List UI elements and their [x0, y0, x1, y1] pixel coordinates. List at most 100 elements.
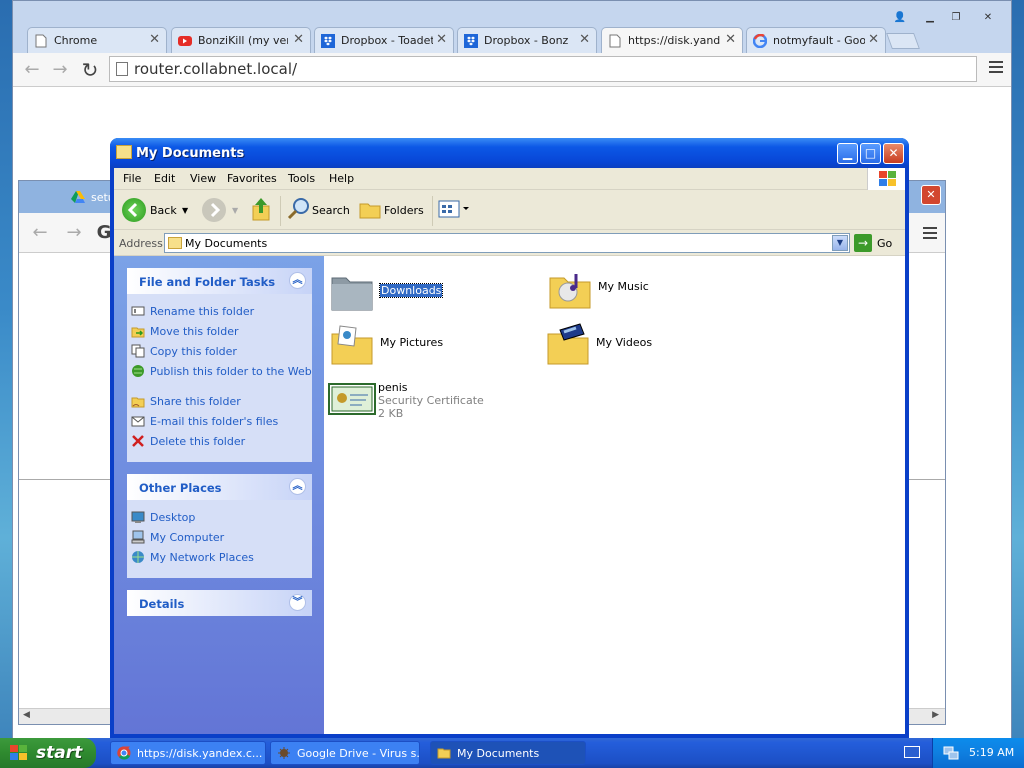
browser-tab[interactable]: BonziKill (my versio ✕ [171, 27, 311, 53]
file-name: penis [378, 381, 408, 394]
panel-title: Other Places [139, 481, 222, 495]
close-button[interactable]: ✕ [883, 143, 904, 164]
dropbox-icon [464, 34, 478, 48]
address-input[interactable]: My Documents ▼ [164, 233, 850, 253]
desktop-icon [131, 510, 145, 524]
task-publish[interactable]: Publish this folder to the Web [127, 362, 312, 392]
views-icon[interactable] [438, 197, 472, 223]
maximize-button[interactable]: □ [860, 143, 881, 164]
browser-tab[interactable]: Dropbox - Toadette ✕ [314, 27, 454, 53]
taskbar-item[interactable]: Google Drive - Virus s... [270, 741, 420, 765]
back-dropdown-icon[interactable]: ▼ [182, 198, 188, 224]
move-icon [131, 324, 145, 338]
menu-tools[interactable]: Tools [288, 172, 315, 185]
close-icon[interactable]: ✕ [579, 32, 590, 47]
network-tray-icon[interactable] [943, 745, 959, 764]
menu-edit[interactable]: Edit [154, 172, 175, 185]
browser-tab[interactable]: Dropbox - BonziKill ✕ [457, 27, 597, 53]
other-places-panel: Other Places ︽ Desktop My Computer My Ne… [127, 474, 312, 578]
address-label: Address [119, 237, 163, 250]
place-network[interactable]: My Network Places [127, 548, 312, 568]
menu-help[interactable]: Help [329, 172, 354, 185]
clock[interactable]: 5:19 AM [969, 746, 1014, 759]
browser-tab-active[interactable]: https://disk.yandex ✕ [601, 27, 743, 53]
url-text: router.collabnet.local/ [134, 60, 298, 78]
menu-favorites[interactable]: Favorites [227, 172, 277, 185]
task-copy[interactable]: Copy this folder [127, 342, 312, 362]
restore-button[interactable]: ❐ [945, 11, 967, 27]
panel-header[interactable]: Other Places ︽ [127, 474, 312, 500]
close-icon[interactable]: ✕ [436, 32, 447, 47]
close-icon[interactable]: ✕ [868, 32, 879, 47]
place-label: My Computer [150, 531, 225, 544]
back-arrow-icon[interactable]: ← [29, 222, 51, 244]
search-icon[interactable] [286, 196, 312, 222]
back-arrow-icon[interactable] [122, 198, 146, 222]
task-delete[interactable]: Delete this folder [127, 432, 312, 452]
place-my-computer[interactable]: My Computer [127, 528, 312, 548]
panel-header[interactable]: Details ︾ [127, 590, 312, 616]
folders-icon[interactable] [358, 196, 382, 222]
toolbar-separator [280, 196, 281, 226]
folder-icon [168, 237, 182, 249]
close-icon[interactable]: ✕ [149, 32, 160, 47]
task-move[interactable]: Move this folder [127, 322, 312, 342]
collapse-icon[interactable]: ︽ [289, 272, 306, 289]
task-rename[interactable]: Rename this folder [127, 302, 312, 322]
collapse-icon[interactable]: ︽ [289, 478, 306, 495]
taskbar: start https://disk.yandex.c... Google Dr… [0, 738, 1024, 768]
taskbar-label: https://disk.yandex.c... [137, 747, 263, 760]
keyboard-icon[interactable] [904, 746, 920, 758]
forward-arrow-icon[interactable] [202, 198, 226, 222]
chrome-menu-icon[interactable] [989, 61, 1003, 75]
new-tab-button[interactable] [886, 33, 920, 49]
expand-icon[interactable]: ︾ [289, 594, 306, 611]
menu-view[interactable]: View [190, 172, 216, 185]
scroll-right-icon[interactable]: ▶ [932, 710, 939, 720]
up-folder-icon[interactable] [250, 196, 274, 222]
explorer-title-bar[interactable]: My Documents ▁ □ ✕ [110, 138, 909, 168]
browser-tab[interactable]: notmyfault - Googl ✕ [746, 27, 886, 53]
minimize-button[interactable]: ▁ [837, 143, 858, 164]
back-button[interactable]: Back [150, 198, 177, 224]
virus-icon [277, 746, 291, 760]
scroll-left-icon[interactable]: ◀ [23, 710, 30, 720]
reload-icon[interactable]: ↻ [79, 59, 101, 81]
chrome-icon [117, 746, 131, 760]
chrome-menu-icon[interactable] [923, 227, 937, 241]
youtube-icon [178, 34, 192, 48]
windows-logo-icon [10, 745, 28, 761]
go-button[interactable]: Go [877, 237, 892, 250]
task-label: Delete this folder [150, 435, 246, 448]
close-window-button[interactable]: ✕ [977, 11, 999, 27]
close-icon[interactable]: ✕ [725, 32, 736, 47]
profile-icon[interactable]: 👤 [889, 11, 911, 27]
taskbar-item-active[interactable]: My Documents [430, 741, 586, 765]
forward-arrow-icon[interactable]: → [63, 222, 85, 244]
tab-label: https://disk.yandex [628, 34, 720, 47]
file-name: Downloads [378, 283, 444, 298]
go-arrow-icon[interactable]: → [854, 234, 872, 252]
task-share[interactable]: Share this folder [127, 392, 312, 412]
close-icon[interactable]: ✕ [293, 32, 304, 47]
chrome-tab-bar: 👤 ▁ ❐ ✕ Chrome ✕ BonziKill (my versio ✕ … [13, 1, 1011, 53]
folders-button[interactable]: Folders [384, 198, 424, 224]
close-window-button[interactable]: ✕ [921, 185, 941, 205]
chevron-down-icon[interactable]: ▼ [832, 235, 848, 251]
forward-arrow-icon[interactable]: → [49, 59, 71, 81]
panel-header[interactable]: File and Folder Tasks ︽ [127, 268, 312, 294]
search-button[interactable]: Search [312, 198, 350, 224]
place-desktop[interactable]: Desktop [127, 508, 312, 528]
browser-tab[interactable]: Chrome ✕ [27, 27, 167, 53]
task-email[interactable]: E-mail this folder's files [127, 412, 312, 432]
start-label: start [36, 743, 83, 763]
start-button[interactable]: start [0, 738, 96, 768]
forward-dropdown-icon[interactable]: ▼ [232, 198, 238, 224]
menu-file[interactable]: File [123, 172, 141, 185]
taskbar-item[interactable]: https://disk.yandex.c... [110, 741, 266, 765]
minimize-button[interactable]: ▁ [919, 11, 941, 27]
folder-icon [116, 145, 132, 159]
omnibox[interactable]: router.collabnet.local/ [109, 56, 977, 82]
explorer-window: My Documents ▁ □ ✕ File Edit View Favori… [110, 138, 909, 738]
back-arrow-icon[interactable]: ← [21, 59, 43, 81]
